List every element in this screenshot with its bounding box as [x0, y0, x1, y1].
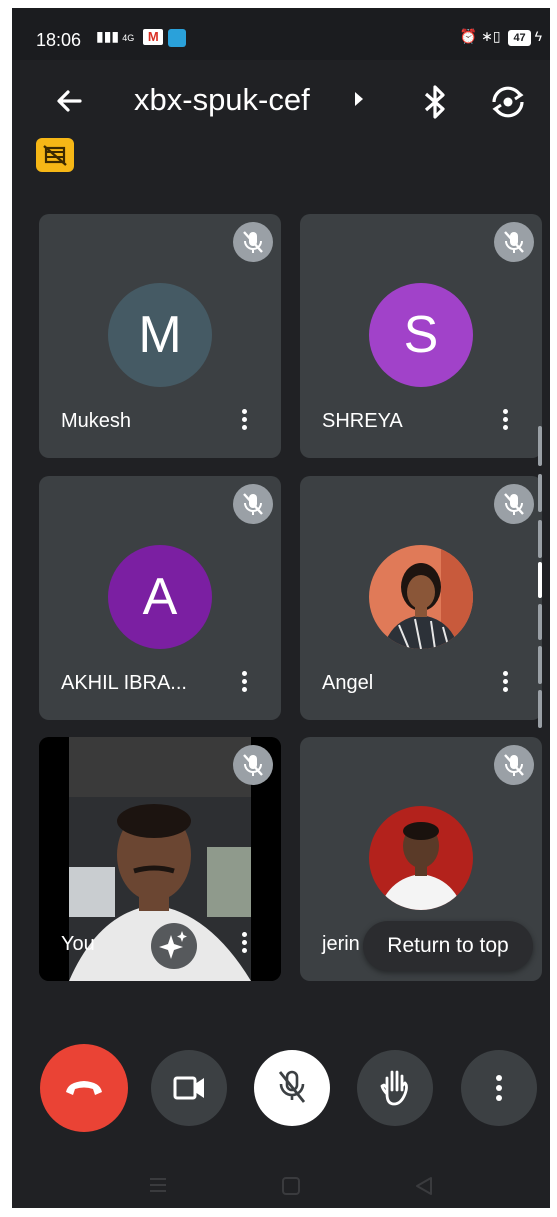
- mic-off-icon: [278, 1070, 306, 1103]
- profile-photo: [369, 545, 473, 649]
- call-controls: [12, 1036, 550, 1132]
- alarm-icon: ⏰: [459, 28, 478, 44]
- participant-tile-shreya[interactable]: S SHREYA: [300, 214, 542, 458]
- video-camera-icon: [173, 1076, 204, 1100]
- battery-icon: 47: [508, 30, 531, 46]
- scroll-segment: [538, 646, 542, 684]
- recording-disabled-badge: [36, 138, 74, 172]
- raise-hand-button[interactable]: [357, 1050, 433, 1126]
- status-right-icons: ⏰ ∗▯ 47 ϟ: [460, 28, 542, 46]
- mic-off-icon: [233, 222, 273, 262]
- bluetooth-audio-icon[interactable]: [418, 82, 452, 122]
- raise-hand-icon: [380, 1070, 408, 1106]
- signal-icon: ▮▮▮: [96, 28, 120, 44]
- switch-camera-icon[interactable]: [488, 82, 528, 122]
- scroll-segment: [538, 520, 542, 558]
- more-options-button[interactable]: [461, 1050, 537, 1126]
- participant-name: Mukesh: [61, 410, 132, 432]
- more-vert-icon: [496, 1075, 502, 1101]
- scroll-segment: [538, 426, 542, 466]
- avatar: A: [108, 545, 212, 649]
- scroll-segment: [538, 474, 542, 512]
- more-options-icon[interactable]: [239, 929, 249, 959]
- telegram-icon: [168, 29, 187, 48]
- more-options-icon[interactable]: [239, 406, 249, 436]
- status-time: 18:06: [36, 30, 82, 50]
- mic-off-icon: [233, 484, 273, 524]
- scroll-thumb[interactable]: [538, 562, 542, 598]
- caret-right-icon[interactable]: [355, 92, 363, 106]
- no-recording-icon: [43, 145, 67, 166]
- mic-off-icon: [494, 484, 534, 524]
- scroll-segment: [538, 690, 542, 728]
- gmail-icon: M: [143, 29, 164, 45]
- status-bar: 18:06 ▮▮▮ 4G M ⏰ ∗▯ 47 ϟ: [12, 8, 550, 60]
- scroll-indicator[interactable]: [538, 426, 544, 736]
- microphone-toggle-button[interactable]: [254, 1050, 330, 1126]
- avatar: M: [108, 283, 212, 387]
- avatar: S: [369, 283, 473, 387]
- mic-off-icon: [233, 745, 273, 785]
- end-call-button[interactable]: [40, 1044, 128, 1132]
- hang-up-icon: [66, 1081, 102, 1095]
- participant-name: jerin: [322, 933, 360, 955]
- participant-name: SHREYA: [322, 410, 403, 432]
- mic-off-icon: [494, 745, 534, 785]
- meeting-header: xbx-spuk-cef: [12, 68, 550, 132]
- participant-tile-akhil[interactable]: A AKHIL IBRA...: [39, 476, 281, 720]
- participant-name: AKHIL IBRA...: [61, 672, 187, 694]
- system-navigation-bar: [12, 1158, 550, 1208]
- back-triangle-icon[interactable]: [414, 1176, 434, 1196]
- return-to-top-button[interactable]: Return to top: [363, 921, 533, 971]
- vibrate-icon: ∗▯: [481, 28, 501, 44]
- status-left-icons: ▮▮▮ 4G M: [96, 28, 187, 48]
- meet-app-screen: 18:06 ▮▮▮ 4G M ⏰ ∗▯ 47 ϟ xbx-spuk-cef M …: [12, 8, 550, 1208]
- meeting-code-title[interactable]: xbx-spuk-cef: [134, 82, 310, 118]
- profile-photo: [369, 806, 473, 910]
- mic-off-icon: [494, 222, 534, 262]
- participant-name: You: [61, 933, 95, 955]
- back-arrow-icon[interactable]: [52, 84, 86, 118]
- participant-tile-angel[interactable]: Angel: [300, 476, 542, 720]
- home-square-icon[interactable]: [281, 1176, 301, 1196]
- more-options-icon[interactable]: [500, 406, 510, 436]
- camera-toggle-button[interactable]: [151, 1050, 227, 1126]
- charging-icon: ϟ: [534, 28, 542, 44]
- more-options-icon[interactable]: [239, 668, 249, 698]
- scroll-segment: [538, 604, 542, 640]
- network-type-label: 4G: [122, 33, 135, 43]
- participant-tile-mukesh[interactable]: M Mukesh: [39, 214, 281, 458]
- participant-tile-self[interactable]: You: [39, 737, 281, 981]
- effects-sparkle-icon[interactable]: [151, 923, 197, 969]
- participant-name: Angel: [322, 672, 374, 694]
- recents-menu-icon[interactable]: [148, 1176, 168, 1194]
- more-options-icon[interactable]: [500, 668, 510, 698]
